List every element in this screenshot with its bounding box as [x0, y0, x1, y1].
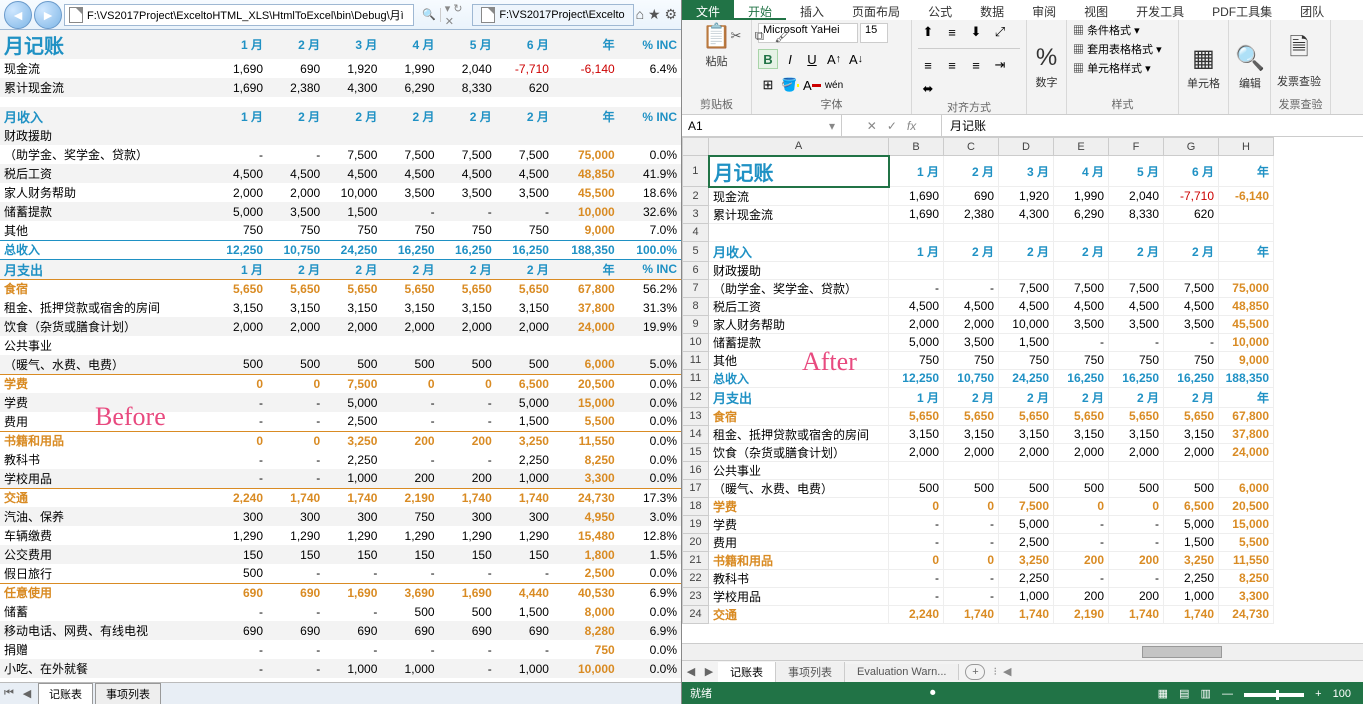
formula-bar: A1▾ ✕ ✓ fx 月记账 [682, 115, 1363, 137]
status-text: 就绪 [690, 685, 712, 701]
address-text: F:\VS2017Project\ExceltoHTML_XLS\HtmlToE… [87, 7, 404, 23]
excel-sheet-tabs: ◀ ▶ 记账表 事项列表 Evaluation Warn... + ⁝ ◀ [682, 660, 1363, 682]
group-align: 对齐方式 [918, 99, 1020, 115]
sheet-tab-3[interactable]: Evaluation Warn... [845, 664, 959, 680]
editing-button[interactable]: 🔍编辑 [1235, 44, 1265, 91]
tab-insert[interactable]: 插入 [786, 0, 838, 20]
tab-view[interactable]: 视图 [1070, 0, 1122, 20]
tab-layout[interactable]: 页面布局 [838, 0, 914, 20]
align-left-icon[interactable]: ≡ [918, 55, 938, 75]
zoom-level[interactable]: 100 [1333, 688, 1351, 700]
cond-format-button[interactable]: ▦ 条件格式 ▾ [1073, 22, 1140, 38]
table-format-button[interactable]: ▦ 套用表格格式 ▾ [1073, 41, 1162, 57]
tab-team[interactable]: 团队 [1286, 0, 1338, 20]
normal-view-icon[interactable]: ▦ [1158, 688, 1168, 700]
align-mid-icon[interactable]: ≡ [942, 22, 962, 42]
sheet-tab-2[interactable]: 事项列表 [776, 662, 845, 682]
enter-icon[interactable]: ✓ [887, 119, 897, 133]
merge-icon[interactable]: ⬌ [918, 79, 938, 99]
first-sheet-icon[interactable]: ⏮ [0, 687, 18, 700]
view-controls[interactable]: ▦ ▤ ▥ — + 100 [1154, 687, 1355, 700]
tab-data[interactable]: 数据 [966, 0, 1018, 20]
forward-button[interactable]: ► [34, 1, 62, 29]
macro-icon[interactable]: ⏺ [930, 687, 936, 700]
align-center-icon[interactable]: ≡ [942, 55, 962, 75]
font-size-select[interactable]: 15 [860, 23, 888, 43]
search-hint[interactable]: 🔍 ▾ ↻ ✕ [422, 2, 464, 28]
format-painter-icon[interactable]: 🖌 [773, 26, 793, 46]
align-bot-icon[interactable]: ⬇ [966, 22, 986, 42]
italic-button[interactable]: I [780, 49, 800, 69]
add-sheet-button[interactable]: + [965, 664, 985, 680]
browser-tab[interactable]: F:\VS2017Project\Excelto [472, 4, 633, 26]
tab-pdf[interactable]: PDF工具集 [1198, 0, 1286, 20]
cell-style-button[interactable]: ▦ 单元格样式 ▾ [1073, 60, 1151, 76]
tab-file[interactable]: 文件 [682, 0, 734, 20]
indent-icon[interactable]: ⇥ [990, 55, 1010, 75]
back-button[interactable]: ◄ [4, 1, 32, 29]
border-icon[interactable]: ⊞ [758, 75, 778, 95]
group-clipboard: 剪贴板 [688, 96, 745, 112]
align-right-icon[interactable]: ≡ [966, 55, 986, 75]
orientation-icon[interactable]: ⤢ [990, 22, 1010, 42]
ie-sheet-tabs: ⏮ ◀ 记账表 事项列表 [0, 682, 681, 704]
tab-dev[interactable]: 开发工具 [1122, 0, 1198, 20]
sheet-tab-1[interactable]: 记账表 [718, 662, 776, 682]
group-styles: 样式 [1073, 96, 1172, 112]
fill-color-icon[interactable]: 🪣 [780, 75, 800, 95]
ie-titlebar: ◄ ► F:\VS2017Project\ExceltoHTML_XLS\Htm… [0, 0, 681, 30]
group-font: 字体 [758, 96, 905, 112]
excel-grid[interactable]: After ABCDEFGH1月记账1 月2 月3 月4 月5 月6 月年2现金… [682, 137, 1363, 643]
grow-font-icon[interactable]: A↑ [824, 49, 844, 69]
number-icon: % [1036, 44, 1057, 72]
page-layout-icon[interactable]: ▤ [1179, 688, 1189, 700]
group-invoice: 发票查验 [1277, 96, 1324, 112]
scroll-thumb[interactable] [1142, 646, 1222, 658]
cells-button[interactable]: ▦单元格 [1185, 44, 1222, 91]
find-icon: 🔍 [1235, 44, 1265, 73]
fx-icon[interactable]: fx [907, 119, 916, 133]
excel-ribbon-tabs: 文件 开始 插入 页面布局 公式 数据 审阅 视图 开发工具 PDF工具集 团队 [682, 0, 1363, 20]
sheet-tab-1[interactable]: 记账表 [38, 683, 93, 704]
phonetic-icon[interactable]: wén [824, 75, 844, 95]
page-icon [481, 7, 495, 23]
invoice-icon: 🗎 [1289, 30, 1308, 71]
search-icon: 🔍 [422, 8, 436, 21]
sheet-nav-next-icon[interactable]: ▶ [700, 665, 718, 678]
h-scrollbar[interactable] [682, 643, 1363, 660]
cancel-icon[interactable]: ✕ [867, 119, 877, 133]
prev-sheet-icon[interactable]: ◀ [18, 687, 36, 700]
address-bar[interactable]: F:\VS2017Project\ExceltoHTML_XLS\HtmlToE… [64, 4, 414, 26]
align-top-icon[interactable]: ⬆ [918, 22, 938, 42]
sheet-tab-2[interactable]: 事项列表 [95, 683, 161, 704]
bold-button[interactable]: B [758, 49, 778, 69]
number-format-button[interactable]: %数字 [1033, 44, 1060, 90]
ie-content[interactable]: Before 月记账1 月2 月3 月4 月5 月6 月年% INC现金流1,6… [0, 30, 681, 682]
page-break-icon[interactable]: ▥ [1201, 688, 1211, 700]
cells-icon: ▦ [1192, 44, 1215, 73]
excel-statusbar: 就绪 ⏺ ▦ ▤ ▥ — + 100 [682, 682, 1363, 704]
copy-icon[interactable]: ⧉ [749, 26, 769, 46]
underline-button[interactable]: U [802, 49, 822, 69]
name-box[interactable]: A1▾ [682, 115, 842, 136]
font-color-icon[interactable]: A [802, 75, 822, 95]
sheet-nav-prev-icon[interactable]: ◀ [682, 665, 700, 678]
tab-review[interactable]: 审阅 [1018, 0, 1070, 20]
page-icon [69, 7, 83, 23]
shrink-font-icon[interactable]: A↓ [846, 49, 866, 69]
invoice-check-button[interactable]: 🗎发票查验 [1277, 30, 1321, 89]
window-tools[interactable]: ⌂ ★ ⚙ [636, 6, 677, 23]
cut-icon[interactable]: ✂ [726, 26, 746, 46]
tab-formula[interactable]: 公式 [914, 0, 966, 20]
formula-input[interactable]: 月记账 [942, 115, 1363, 136]
excel-ribbon: 📋 粘贴 ✂ ⧉ 🖌 剪贴板 Microsoft YaHei 15 B I [682, 20, 1363, 115]
tab-home[interactable]: 开始 [734, 0, 786, 20]
